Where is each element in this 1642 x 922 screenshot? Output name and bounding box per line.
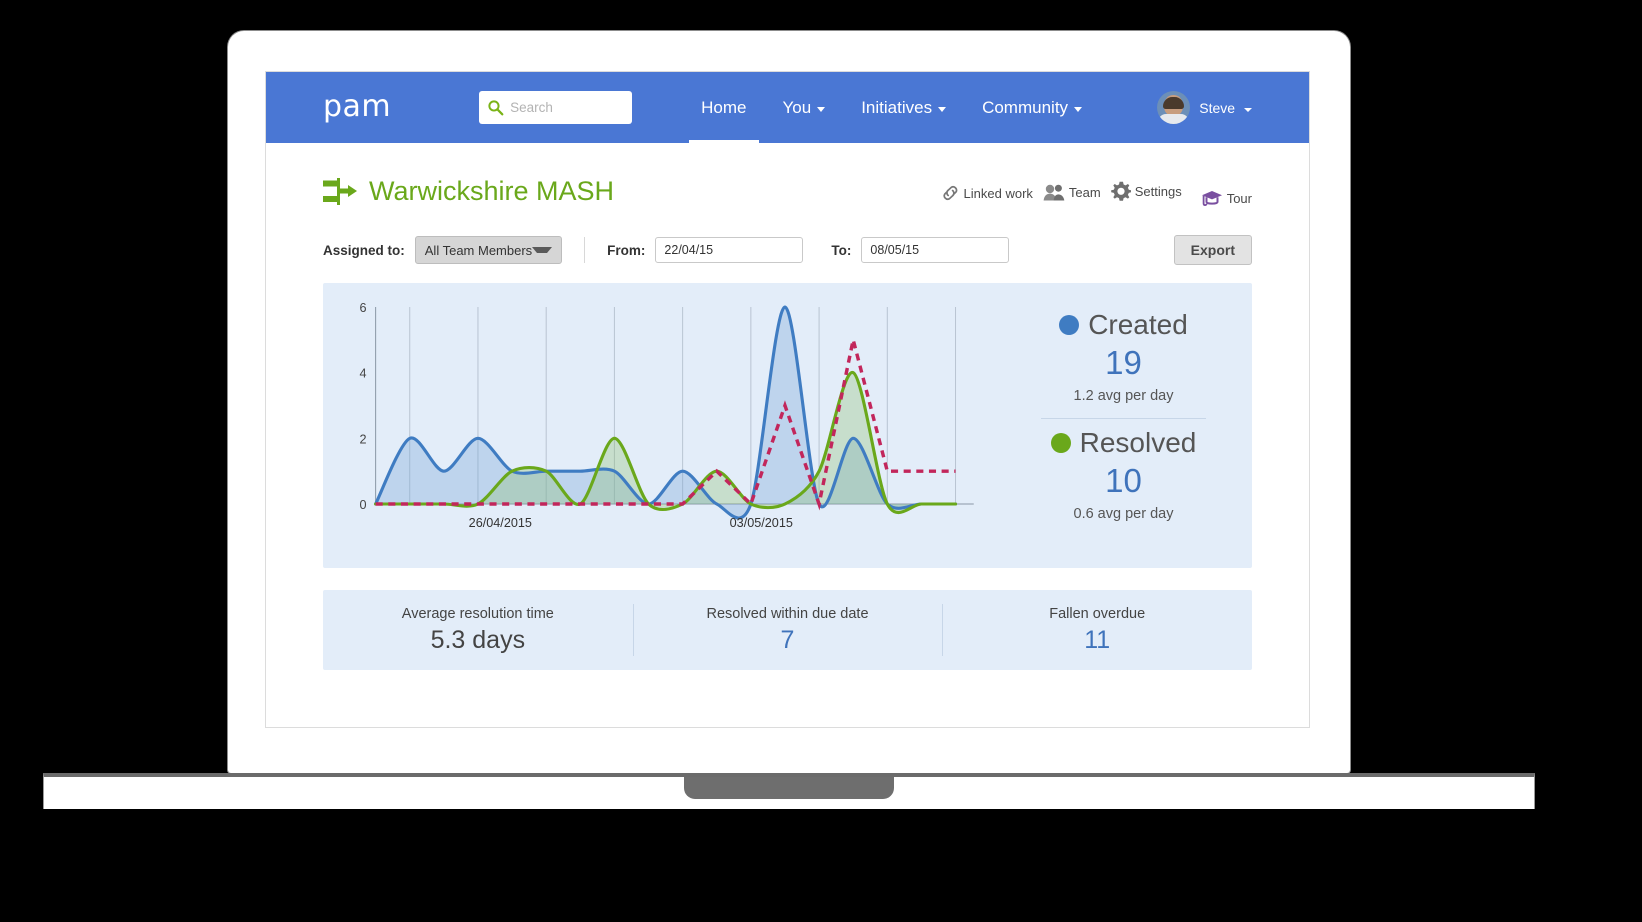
- legend-created-label: Created: [1088, 309, 1188, 340]
- svg-text:4: 4: [359, 367, 366, 381]
- avatar-hair: [1163, 96, 1185, 109]
- nav-item-initiatives[interactable]: Initiatives: [861, 72, 947, 143]
- assigned-to-value: All Team Members: [424, 242, 533, 258]
- stat-value: 11: [1084, 625, 1111, 654]
- from-date-input[interactable]: 22/04/15: [655, 237, 804, 263]
- nav-item-initiatives-label: Initiatives: [861, 97, 933, 117]
- user-name: Steve: [1199, 100, 1252, 116]
- svg-text:0: 0: [359, 498, 366, 512]
- assigned-to-select[interactable]: All Team Members: [414, 236, 563, 264]
- stat-average-resolution-time: Average resolution time 5.3 days: [323, 606, 633, 655]
- chevron-down-icon: [532, 247, 553, 253]
- nav-item-home-label: Home: [701, 97, 747, 117]
- to-date-value: 08/05/15: [870, 243, 920, 257]
- legend-created-value: 19: [1105, 344, 1142, 381]
- settings-button[interactable]: Settings: [1110, 181, 1182, 201]
- search-input[interactable]: Search: [479, 91, 633, 124]
- app-header: pam Search Home You Initiatives Communit…: [266, 72, 1309, 143]
- legend-created: Created 19 1.2 avg per day: [1059, 311, 1188, 404]
- page-title-row: Warwickshire MASH Linked work Team Setti…: [323, 143, 1252, 215]
- avatar-shirt: [1158, 114, 1190, 124]
- legend-created-sub: 1.2 avg per day: [1073, 388, 1174, 404]
- linked-work-button[interactable]: Linked work: [941, 185, 1033, 201]
- page-actions: Linked work Team Settings Tour: [931, 181, 1252, 206]
- page-title: Warwickshire MASH: [369, 175, 615, 206]
- stat-label: Average resolution time: [401, 605, 554, 622]
- nav-item-you-label: You: [782, 97, 812, 117]
- activity-line-chart: 0 2 4 6 26/04/2015 03/05/2015: [359, 301, 974, 530]
- stat-value: 7: [780, 625, 795, 654]
- avatar: [1157, 91, 1191, 124]
- nav-item-you[interactable]: You: [783, 72, 826, 143]
- export-button[interactable]: Export: [1173, 235, 1252, 265]
- stat-label: Fallen overdue: [1049, 605, 1146, 622]
- main-nav: Home You Initiatives Community: [689, 72, 1118, 143]
- legend-divider: [1041, 418, 1206, 419]
- chart-area: 0 2 4 6 26/04/2015 03/05/2015: [323, 283, 995, 568]
- svg-text:6: 6: [359, 301, 366, 315]
- from-date-value: 22/04/15: [664, 243, 714, 257]
- user-name-label: Steve: [1199, 99, 1236, 116]
- legend-resolved-value: 10: [1105, 462, 1142, 499]
- summary-stats-panel: Average resolution time 5.3 days Resolve…: [323, 590, 1252, 670]
- search-placeholder: Search: [510, 100, 553, 115]
- laptop-foot-shadow: [0, 809, 1642, 815]
- graduation-cap-icon: [1201, 191, 1222, 206]
- svg-text:26/04/2015: 26/04/2015: [469, 516, 532, 530]
- legend-resolved-head: Resolved: [1050, 427, 1197, 458]
- user-menu[interactable]: Steve: [1157, 72, 1252, 143]
- export-label: Export: [1190, 242, 1235, 258]
- tour-label: Tour: [1226, 190, 1252, 206]
- legend-created-head: Created: [1059, 311, 1188, 339]
- chevron-down-icon: [1244, 107, 1252, 112]
- page-content: Warwickshire MASH Linked work Team Setti…: [266, 143, 1309, 727]
- to-label: To:: [831, 242, 852, 258]
- chart-panel: 0 2 4 6 26/04/2015 03/05/2015 Created 19 1.2 …: [323, 283, 1252, 568]
- filter-bar: Assigned to: All Team Members From: 22/0…: [323, 235, 1252, 265]
- stat-label: Resolved within due date: [706, 605, 869, 622]
- workflow-arrow-icon: [323, 177, 357, 205]
- linked-work-label: Linked work: [963, 185, 1033, 201]
- filter-divider: [584, 237, 586, 263]
- legend-resolved-label: Resolved: [1079, 427, 1197, 458]
- link-icon: [943, 186, 957, 200]
- legend-resolved-sub: 0.6 avg per day: [1073, 506, 1174, 522]
- stat-value: 5.3 days: [430, 625, 526, 654]
- legend-resolved: Resolved 10 0.6 avg per day: [1050, 427, 1197, 522]
- team-button[interactable]: Team: [1043, 184, 1101, 201]
- screenshot-stage: pam Search Home You Initiatives Communit…: [0, 0, 1642, 922]
- nav-item-community[interactable]: Community: [982, 72, 1083, 143]
- assigned-to-label: Assigned to:: [323, 242, 405, 258]
- nav-item-community-label: Community: [982, 97, 1069, 117]
- legend-created-dot: [1059, 315, 1080, 335]
- stat-fallen-overdue: Fallen overdue 11: [942, 604, 1252, 656]
- svg-text:2: 2: [359, 432, 366, 446]
- gear-icon: [1110, 181, 1131, 201]
- settings-label: Settings: [1134, 183, 1182, 199]
- chevron-down-icon: [938, 107, 947, 112]
- stat-resolved-within-due-date: Resolved within due date 7: [632, 604, 943, 656]
- brand-logo[interactable]: pam: [323, 91, 391, 122]
- browser-viewport: pam Search Home You Initiatives Communit…: [265, 71, 1310, 728]
- from-label: From:: [607, 242, 646, 258]
- chevron-down-icon: [817, 107, 826, 112]
- legend-resolved-dot: [1050, 433, 1071, 453]
- chart-legend: Created 19 1.2 avg per day Resolved 10 0…: [995, 283, 1252, 568]
- search-icon: [488, 100, 504, 116]
- team-label: Team: [1068, 185, 1101, 200]
- people-icon: [1043, 184, 1065, 201]
- to-date-input[interactable]: 08/05/15: [861, 237, 1010, 263]
- tour-button[interactable]: Tour: [1201, 189, 1252, 207]
- chevron-down-icon: [1074, 107, 1083, 112]
- svg-text:03/05/2015: 03/05/2015: [730, 516, 793, 530]
- nav-item-home[interactable]: Home: [689, 72, 759, 143]
